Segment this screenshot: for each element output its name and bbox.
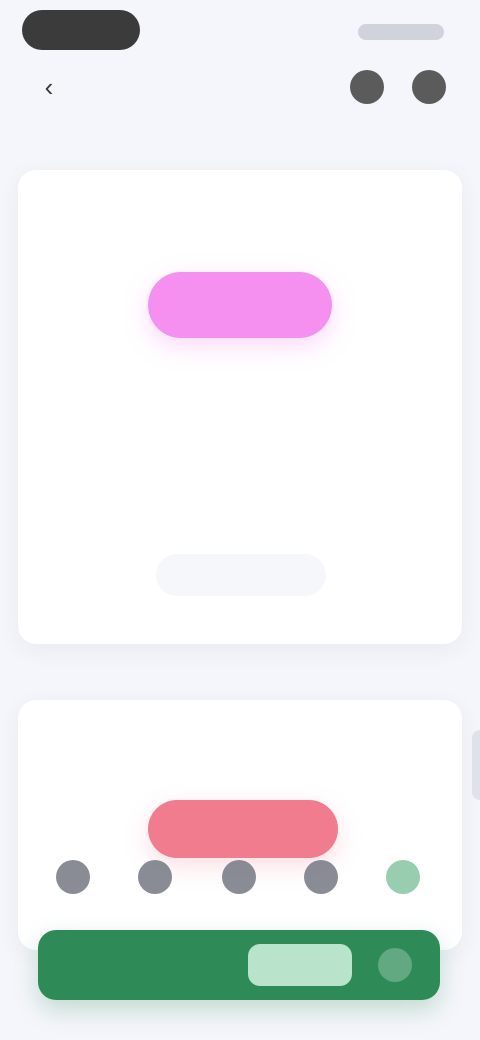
bottom-nav <box>0 860 480 900</box>
cta-icon[interactable] <box>378 948 412 982</box>
nav-icon[interactable] <box>56 860 90 894</box>
card-action-button[interactable] <box>156 554 326 596</box>
secondary-card <box>18 700 462 950</box>
main-card <box>18 170 462 644</box>
nav-icon-active[interactable] <box>386 860 420 894</box>
status-pill <box>22 10 140 50</box>
back-icon[interactable]: ‹ <box>34 72 64 102</box>
secondary-pill[interactable] <box>148 800 338 858</box>
status-indicators <box>358 24 444 40</box>
nav-icon[interactable] <box>138 860 172 894</box>
edge-scroll-hint[interactable] <box>472 730 480 800</box>
toolbar-circle-icon[interactable] <box>350 70 384 104</box>
cta-left-label[interactable] <box>118 948 268 982</box>
screen: ‹ <box>0 0 480 1040</box>
toolbar-circle-icon[interactable] <box>412 70 446 104</box>
nav-icon[interactable] <box>304 860 338 894</box>
highlight-pill[interactable] <box>148 272 332 338</box>
cta-middle-button[interactable] <box>248 944 352 986</box>
nav-icon[interactable] <box>222 860 256 894</box>
primary-cta-bar[interactable] <box>38 930 440 1000</box>
